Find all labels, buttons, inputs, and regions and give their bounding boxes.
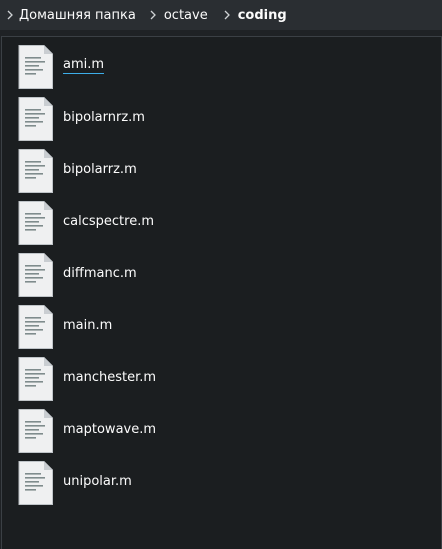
breadcrumb-label: octave	[163, 7, 208, 23]
text-document-icon	[18, 461, 54, 505]
breadcrumb: Домашняя папка octave coding	[0, 0, 442, 30]
file-view[interactable]: ami.m bipolarnrz.m bipolarrz.m calcspect…	[1, 36, 442, 549]
text-document-icon	[18, 97, 54, 141]
file-name: ami.m	[63, 56, 105, 74]
file-name: bipolarrz.m	[63, 161, 137, 177]
file-name: maptowave.m	[63, 421, 157, 437]
file-item[interactable]: bipolarnrz.m	[2, 93, 302, 141]
file-manager-window: Домашняя папка octave coding ami.m bipol…	[0, 0, 442, 549]
file-item[interactable]: unipolar.m	[2, 457, 302, 505]
chevron-right-icon	[146, 8, 160, 22]
file-name: main.m	[63, 317, 113, 333]
text-document-icon	[18, 45, 54, 89]
file-name: calcspectre.m	[63, 213, 154, 229]
text-document-icon	[18, 201, 54, 245]
file-name: diffmanc.m	[63, 265, 137, 281]
breadcrumb-item-home[interactable]: Домашняя папка	[3, 0, 136, 30]
file-item[interactable]: main.m	[2, 301, 302, 349]
file-item[interactable]: bipolarrz.m	[2, 145, 302, 193]
file-name: manchester.m	[63, 369, 157, 385]
breadcrumb-item-coding[interactable]: coding	[220, 0, 287, 30]
file-item[interactable]: calcspectre.m	[2, 197, 302, 245]
file-item[interactable]: manchester.m	[2, 353, 302, 401]
chevron-right-icon	[220, 8, 234, 22]
file-item[interactable]: diffmanc.m	[2, 249, 302, 297]
file-item[interactable]: maptowave.m	[2, 405, 302, 453]
chevron-right-icon	[3, 8, 17, 22]
file-name: bipolarnrz.m	[63, 109, 145, 125]
text-document-icon	[18, 409, 54, 453]
text-document-icon	[18, 305, 54, 349]
breadcrumb-label: Домашняя папка	[19, 7, 136, 23]
breadcrumb-item-octave[interactable]: octave	[146, 0, 208, 30]
file-item[interactable]: ami.m	[2, 41, 302, 89]
text-document-icon	[18, 149, 54, 193]
file-name: unipolar.m	[63, 473, 132, 489]
text-document-icon	[18, 357, 54, 401]
breadcrumb-label-current: coding	[237, 7, 287, 23]
text-document-icon	[18, 253, 54, 297]
